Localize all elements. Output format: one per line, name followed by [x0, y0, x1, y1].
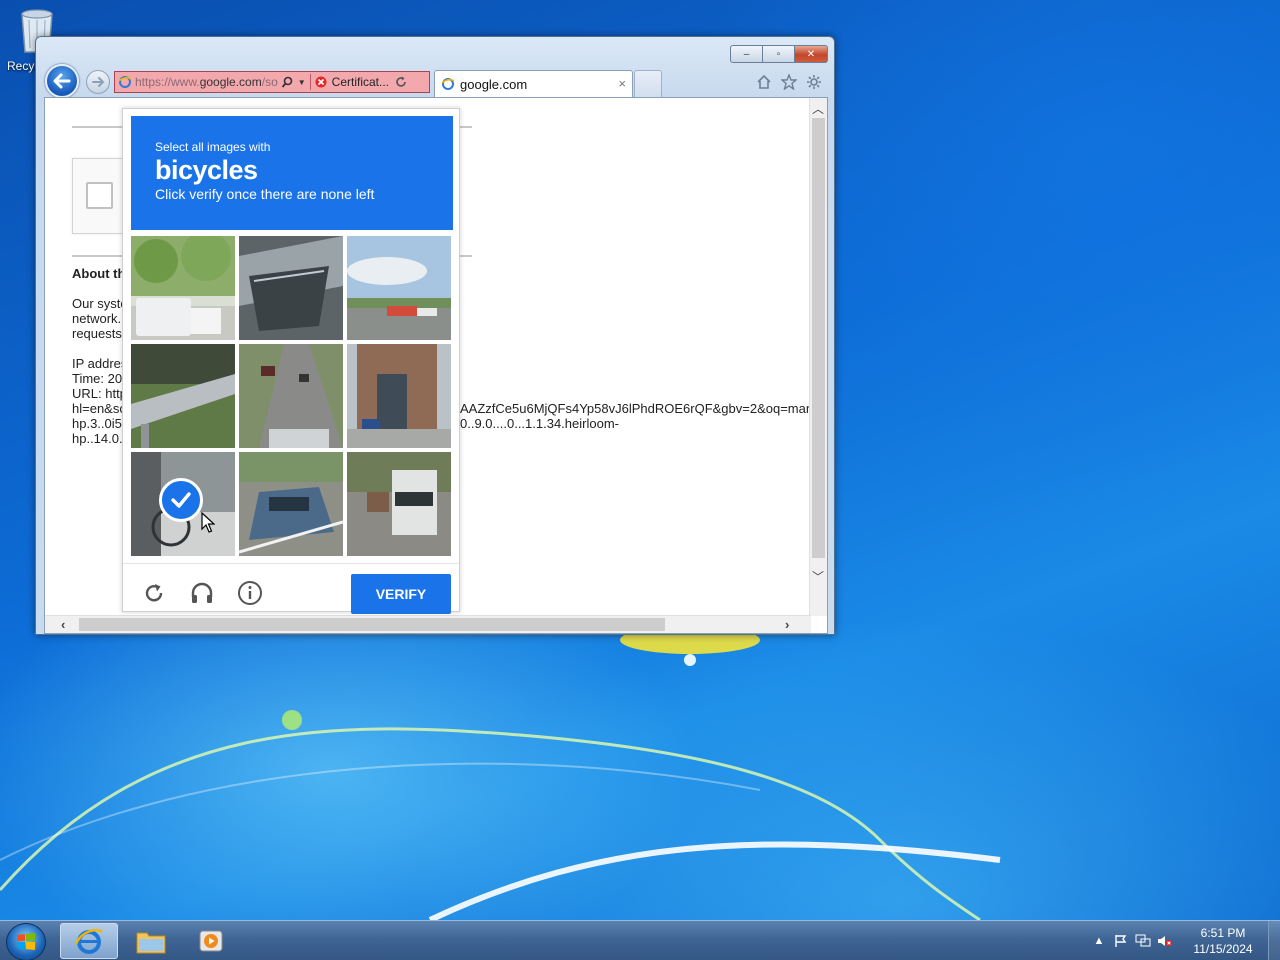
- url-continuation-line: AAZzfCe5u6MjQFs4Yp58vJ6lPhdROE6rQF&gbv=2…: [460, 401, 811, 416]
- selected-checkmark-icon: [159, 478, 203, 522]
- reload-icon[interactable]: [141, 580, 167, 606]
- headphones-icon[interactable]: [189, 580, 215, 606]
- captcha-tile-7-selected[interactable]: [131, 452, 235, 556]
- image-grid: [131, 236, 453, 558]
- internet-explorer-icon: [74, 928, 103, 954]
- show-desktop-button[interactable]: [1268, 921, 1280, 960]
- info-line: URL: http: [72, 386, 127, 401]
- clock-date: 11/15/2024: [1193, 942, 1253, 956]
- page-line: Our syste: [72, 296, 128, 311]
- captcha-tile-9[interactable]: [347, 452, 451, 556]
- url-prefix: https://www.: [135, 75, 200, 89]
- close-window-button[interactable]: ✕: [794, 45, 828, 63]
- gear-icon[interactable]: [805, 73, 822, 90]
- toolbar-icons: [755, 73, 822, 90]
- recaptcha-challenge: Select all images with bicycles Click ve…: [122, 108, 460, 614]
- url-domain: google.com: [199, 75, 262, 89]
- instruction-line: Select all images with: [155, 140, 271, 154]
- clock-time: 6:51 PM: [1200, 926, 1246, 940]
- taskbar-internet-explorer[interactable]: [60, 923, 118, 959]
- captcha-tile-2[interactable]: [239, 236, 343, 340]
- captcha-tile-8[interactable]: [239, 452, 343, 556]
- vertical-scrollbar[interactable]: ︿ ﹀: [809, 98, 827, 616]
- captcha-tile-6[interactable]: [347, 344, 451, 448]
- address-bar[interactable]: https://www.google.com/so ▼ Certificat..…: [114, 71, 430, 93]
- info-line: hl=en&sc: [72, 401, 126, 416]
- volume-muted-icon[interactable]: [1154, 931, 1176, 951]
- url-continuation-line: 0..9.0....0...1.1.34.heirloom-: [460, 416, 619, 431]
- minimize-button[interactable]: –: [730, 45, 763, 63]
- info-line: Time: 20: [72, 371, 123, 386]
- window-controls: – ▫ ✕: [730, 45, 828, 63]
- info-line: IP addres: [72, 356, 128, 371]
- vertical-scroll-thumb[interactable]: [812, 118, 825, 558]
- close-tab-icon[interactable]: ×: [618, 76, 626, 91]
- verify-button[interactable]: VERIFY: [351, 574, 451, 614]
- tab-google[interactable]: google.com ×: [434, 70, 633, 97]
- search-icon[interactable]: [278, 76, 298, 89]
- clock[interactable]: 6:51 PM 11/15/2024: [1184, 925, 1262, 957]
- scroll-left-icon[interactable]: ‹: [61, 617, 65, 632]
- folder-icon: [136, 932, 166, 954]
- captcha-tile-3[interactable]: [347, 236, 451, 340]
- new-tab-button[interactable]: [634, 70, 662, 97]
- certificate-error-icon[interactable]: [315, 76, 327, 88]
- system-tray: ▲ 6:51 PM 11/15/2024: [1088, 921, 1280, 960]
- tab-title: google.com: [460, 76, 528, 92]
- target-object: bicycles: [155, 155, 258, 185]
- certificate-error-label[interactable]: Certificat...: [332, 75, 389, 89]
- captcha-tile-1[interactable]: [131, 236, 235, 340]
- maximize-button[interactable]: ▫: [762, 45, 795, 63]
- recaptcha-checkbox[interactable]: [86, 182, 113, 209]
- action-center-flag-icon[interactable]: [1110, 931, 1132, 951]
- about-heading: About th: [72, 266, 126, 281]
- back-button[interactable]: [45, 64, 79, 98]
- horizontal-scroll-thumb[interactable]: [79, 618, 665, 631]
- mouse-cursor-icon: [201, 512, 215, 533]
- captcha-tile-4[interactable]: [131, 344, 235, 448]
- taskbar-file-explorer[interactable]: [122, 923, 180, 959]
- taskbar: ▲ 6:51 PM 11/15/2024: [0, 920, 1280, 960]
- windows-logo-icon: [17, 933, 35, 950]
- page-line: network.: [72, 311, 122, 326]
- home-icon[interactable]: [755, 73, 772, 90]
- ie-page-icon: [115, 75, 135, 89]
- ie-tab-icon: [441, 77, 455, 91]
- start-button[interactable]: [6, 923, 46, 960]
- page-line: requests: [72, 326, 122, 341]
- arrow-left-icon: [53, 73, 71, 89]
- show-hidden-icons-icon[interactable]: ▲: [1088, 931, 1110, 951]
- forward-button[interactable]: [86, 70, 110, 94]
- scroll-down-icon[interactable]: ﹀: [812, 568, 824, 585]
- network-icon[interactable]: [1132, 931, 1154, 951]
- taskbar-media-player[interactable]: [182, 923, 240, 959]
- challenge-footer: VERIFY: [123, 563, 459, 614]
- address-separator: [309, 74, 311, 90]
- url-suffix: /so: [261, 75, 278, 89]
- info-line: hp.3..0i5: [72, 416, 122, 431]
- refresh-icon[interactable]: [395, 76, 407, 88]
- info-icon[interactable]: [237, 580, 263, 606]
- challenge-header: Select all images with bicycles Click ve…: [131, 116, 453, 230]
- scroll-up-icon[interactable]: ︿: [812, 100, 824, 117]
- dropdown-arrow-icon[interactable]: ▼: [298, 78, 306, 87]
- horizontal-scrollbar[interactable]: ‹ ›: [45, 615, 811, 633]
- info-line: hp..14.0.: [72, 431, 123, 446]
- address-url: https://www.google.com/so: [135, 75, 278, 89]
- arrow-right-icon: [92, 77, 105, 87]
- captcha-tile-5[interactable]: [239, 344, 343, 448]
- media-player-icon: [199, 930, 223, 952]
- scroll-right-icon[interactable]: ›: [785, 617, 789, 632]
- favorites-star-icon[interactable]: [780, 73, 797, 90]
- instruction-subtext: Click verify once there are none left: [155, 186, 375, 202]
